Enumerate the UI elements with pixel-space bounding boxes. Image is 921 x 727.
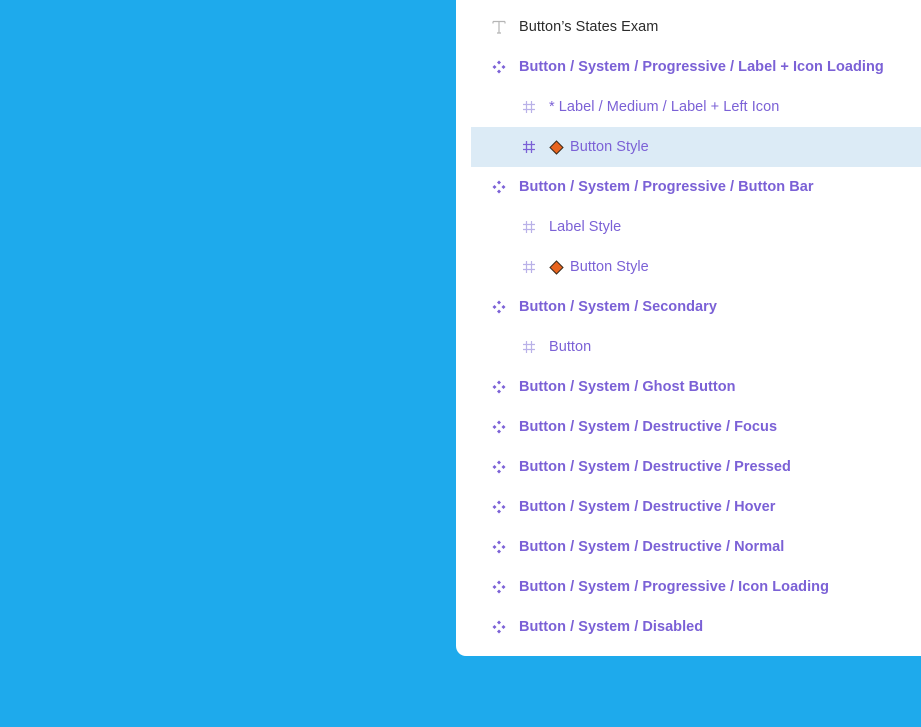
layer-name: Button / System / Destructive / Focus: [519, 419, 778, 435]
layer-row-component[interactable]: Button / System / Progressive / Icon Loa…: [456, 567, 921, 607]
layer-name: Button / System / Progressive / Label + …: [519, 59, 884, 75]
layer-row-component[interactable]: Button / System / Ghost Button: [456, 367, 921, 407]
layer-name: Button / System / Ghost Button: [519, 379, 736, 395]
layer-row-component[interactable]: Button / System / Destructive / Pressed: [456, 447, 921, 487]
layer-name: Button / System / Destructive / Hover: [519, 499, 776, 515]
frame-icon: [520, 98, 538, 116]
layer-row-frame[interactable]: Button Style: [471, 127, 921, 167]
layer-list: Button’s States Exam Button / System / Pr…: [456, 7, 921, 647]
frame-icon: [520, 258, 538, 276]
layer-name: Label Style: [549, 219, 622, 235]
layer-row-frame[interactable]: * Label / Medium / Label + Left Icon: [456, 87, 921, 127]
layer-row-frame[interactable]: Button: [456, 327, 921, 367]
layer-row-component[interactable]: Button / System / Disabled: [456, 607, 921, 647]
component-icon: [490, 458, 508, 476]
layer-row-component[interactable]: Button / System / Destructive / Focus: [456, 407, 921, 447]
layer-name: Button: [549, 339, 592, 355]
layer-name: * Label / Medium / Label + Left Icon: [549, 99, 780, 115]
component-icon: [490, 418, 508, 436]
layer-row-component[interactable]: Button / System / Destructive / Hover: [456, 487, 921, 527]
layer-name: Button / System / Progressive / Icon Loa…: [519, 579, 829, 595]
component-icon: [490, 538, 508, 556]
layer-row-frame[interactable]: Label Style: [456, 207, 921, 247]
component-icon: [490, 58, 508, 76]
component-icon: [490, 378, 508, 396]
layer-name: Button / System / Disabled: [519, 619, 704, 635]
layer-name: Button Style: [570, 139, 649, 155]
layer-name: Button / System / Secondary: [519, 299, 717, 315]
frame-icon: [520, 138, 538, 156]
layer-name: Button Style: [570, 259, 649, 275]
component-icon: [490, 178, 508, 196]
layers-panel: Button’s States Exam Button / System / Pr…: [456, 0, 921, 656]
layer-name: Button / System / Destructive / Pressed: [519, 459, 791, 475]
instance-diamond-icon: [549, 259, 564, 275]
layer-row-component[interactable]: Button / System / Secondary: [456, 287, 921, 327]
layer-row-component[interactable]: Button / System / Progressive / Button B…: [456, 167, 921, 207]
frame-icon: [520, 218, 538, 236]
component-icon: [490, 498, 508, 516]
layer-row-component[interactable]: Button / System / Destructive / Normal: [456, 527, 921, 567]
component-icon: [490, 578, 508, 596]
layer-row-component[interactable]: Button / System / Progressive / Label + …: [456, 47, 921, 87]
layer-name: Button / System / Destructive / Normal: [519, 539, 785, 555]
text-icon: [490, 18, 508, 36]
layer-row-frame[interactable]: Button Style: [456, 247, 921, 287]
layer-name: Button / System / Progressive / Button B…: [519, 179, 814, 195]
instance-diamond-icon: [549, 139, 564, 155]
component-icon: [490, 618, 508, 636]
component-icon: [490, 298, 508, 316]
layer-row-text[interactable]: Button’s States Exam: [456, 7, 921, 47]
frame-icon: [520, 338, 538, 356]
layer-name: Button’s States Exam: [519, 19, 659, 35]
